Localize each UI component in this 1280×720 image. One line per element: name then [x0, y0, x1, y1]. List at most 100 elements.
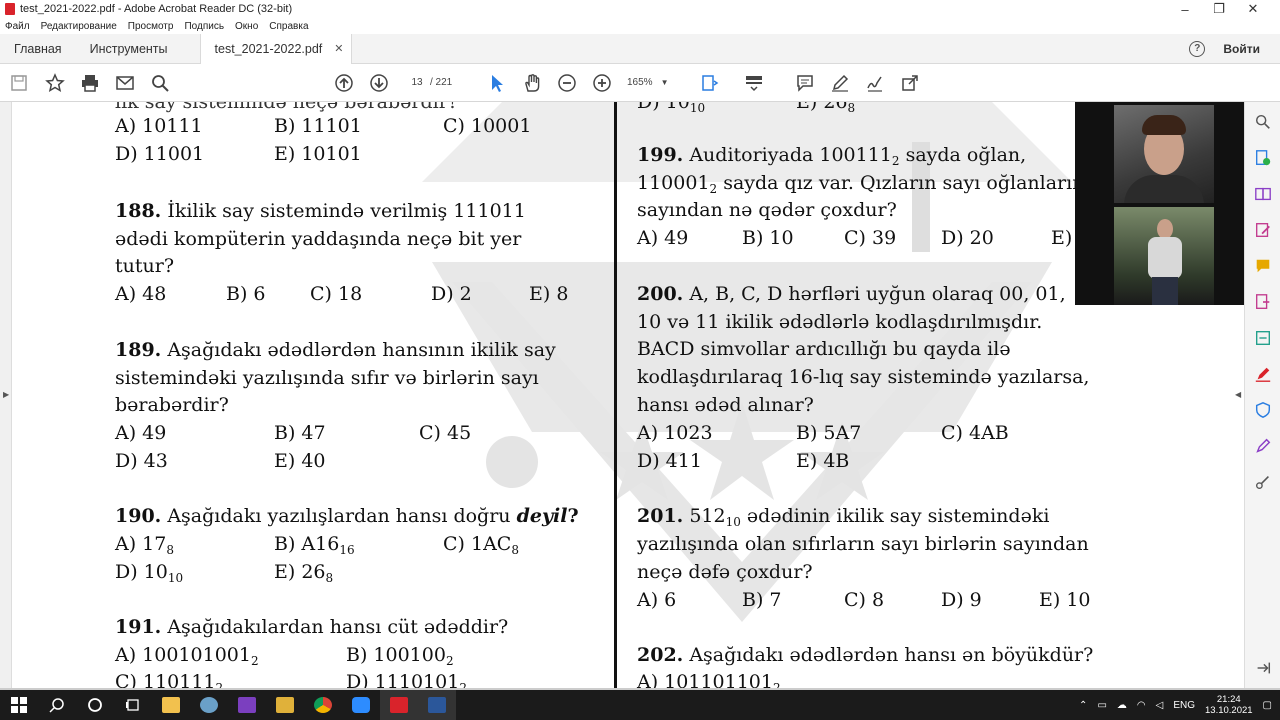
zoom-level-select[interactable]: 165% ▼: [627, 74, 679, 92]
search-taskbar-icon[interactable]: [38, 690, 76, 720]
fill-sign-icon[interactable]: [1253, 364, 1273, 384]
sign-in-button[interactable]: Войти: [1223, 42, 1260, 56]
person-hair: [1142, 115, 1186, 135]
menu-view[interactable]: Просмотр: [128, 21, 174, 32]
sign-icon[interactable]: [864, 72, 886, 94]
minimize-button[interactable]: –: [1168, 2, 1202, 17]
windows-start-icon[interactable]: [0, 690, 38, 720]
question-emphasis: deyil: [516, 505, 568, 527]
notification-icon[interactable]: ▢: [1263, 700, 1272, 711]
print-icon[interactable]: [79, 72, 101, 94]
question-text: Auditoriyada 100111: [689, 144, 892, 166]
q198-option-d: D) 1010: [637, 102, 705, 116]
zoom-in-icon[interactable]: [591, 72, 613, 94]
language-indicator[interactable]: ENG: [1173, 700, 1195, 711]
q191-option-d: D) 11101012: [346, 668, 467, 688]
menu-edit[interactable]: Редактирование: [41, 21, 117, 32]
maximize-button[interactable]: ❐: [1202, 1, 1236, 17]
tab-home[interactable]: Главная: [0, 34, 76, 64]
share-icon[interactable]: [899, 72, 921, 94]
wifi-icon[interactable]: ◠: [1137, 700, 1146, 711]
organize-pages-icon[interactable]: [1253, 328, 1273, 348]
protect-icon[interactable]: [1253, 400, 1273, 420]
send-for-signature-icon[interactable]: [1253, 436, 1273, 456]
page-number-input[interactable]: 13: [403, 74, 431, 92]
tab-tools[interactable]: Инструменты: [76, 34, 182, 64]
previous-page-icon[interactable]: [333, 72, 355, 94]
help-icon[interactable]: ?: [1189, 40, 1206, 57]
browser-icon[interactable]: [190, 690, 228, 720]
next-page-icon[interactable]: [368, 72, 390, 94]
cloud-icon[interactable]: ☁: [1117, 700, 1127, 711]
word-icon[interactable]: [418, 690, 456, 720]
q189-option-e: E) 40: [274, 450, 326, 472]
q191-option-a: A) 1001010012: [115, 641, 259, 669]
left-navigation-pane[interactable]: ▶: [0, 102, 12, 688]
fit-page-icon[interactable]: [699, 72, 721, 94]
combine-files-icon[interactable]: [1253, 184, 1273, 204]
search-icon[interactable]: [149, 72, 171, 94]
email-icon[interactable]: [114, 72, 136, 94]
volume-icon[interactable]: ◁: [1156, 700, 1164, 711]
chrome-icon[interactable]: [304, 690, 342, 720]
comment-tool-icon[interactable]: [1253, 256, 1273, 276]
edit-pdf-icon[interactable]: [1253, 220, 1273, 240]
option-subscript: 10: [167, 571, 184, 585]
folder-icon[interactable]: [266, 690, 304, 720]
question-188: 188. İkilik say sistemində verilmiş 1110…: [115, 197, 526, 225]
option-subscript: 8: [511, 543, 519, 557]
menu-window[interactable]: Окно: [235, 21, 258, 32]
pdf-document-view[interactable]: lik say sistemində neçə bərabərdir? A) 1…: [12, 102, 1244, 688]
search-tools-icon[interactable]: [1253, 112, 1273, 132]
question-189-line2: sistemindəki yazılışında sıfır və birlər…: [115, 367, 539, 389]
q188-option-d: D) 2: [431, 283, 472, 305]
tab-close-icon[interactable]: ✕: [334, 42, 343, 55]
export-pdf-icon[interactable]: [1253, 292, 1273, 312]
question-189: 189. Aşağıdakı ədədlərdən hansının ikili…: [115, 336, 556, 364]
zoom-icon[interactable]: [342, 690, 380, 720]
question-201-line2: yazılışında olan sıfırların sayı birləri…: [637, 533, 1089, 555]
q202-option-a: A) 1011011012: [637, 668, 781, 688]
star-icon[interactable]: [44, 72, 66, 94]
select-cursor-icon[interactable]: [486, 72, 508, 94]
tab-document[interactable]: test_2021-2022.pdf ✕: [199, 33, 353, 64]
network-icon[interactable]: ▭: [1097, 700, 1106, 711]
cortana-icon[interactable]: [76, 690, 114, 720]
option-label: A) 100101001: [115, 644, 251, 666]
question-202: 202. Aşağıdakı ədədlərdən hansı ən böyük…: [637, 641, 1093, 669]
pen-icon[interactable]: [829, 72, 851, 94]
person-shoulders: [1124, 175, 1204, 203]
q187-option-b: B) 11101: [274, 115, 362, 137]
visual-studio-icon[interactable]: [228, 690, 266, 720]
webcam-overlay: [1075, 102, 1254, 305]
tray-chevron-up-icon[interactable]: ⌃: [1079, 700, 1087, 711]
option-label: A) 101101101: [637, 671, 773, 688]
hand-tool-icon[interactable]: [521, 72, 543, 94]
q201-option-b: B) 7: [742, 589, 782, 611]
menu-sign[interactable]: Подпись: [184, 21, 224, 32]
q199-option-c: C) 39: [844, 227, 897, 249]
file-explorer-icon[interactable]: [152, 690, 190, 720]
expand-pane-icon[interactable]: [1253, 658, 1273, 678]
question-188-line2: ədədi kompüterin yaddaşında neçə bit yer: [115, 228, 522, 250]
scroll-mode-icon[interactable]: [743, 72, 765, 94]
person-shirt: [1148, 237, 1182, 279]
clock[interactable]: 21:24 13.10.2021: [1205, 694, 1253, 716]
acrobat-taskbar-icon[interactable]: [380, 690, 418, 720]
question-mark: ?: [567, 505, 579, 527]
task-view-icon[interactable]: [114, 690, 152, 720]
expand-left-pane-icon[interactable]: ▶: [3, 390, 9, 399]
q188-option-c: C) 18: [310, 283, 363, 305]
more-tools-icon[interactable]: [1253, 472, 1273, 492]
save-icon[interactable]: [8, 72, 30, 94]
close-window-button[interactable]: ✕: [1236, 1, 1270, 17]
zoom-out-icon[interactable]: [556, 72, 578, 94]
collapse-right-pane-icon[interactable]: ◀: [1235, 390, 1241, 399]
comment-icon[interactable]: [794, 72, 816, 94]
menu-help[interactable]: Справка: [269, 21, 308, 32]
menu-file[interactable]: Файл: [5, 21, 30, 32]
option-subscript: 2: [250, 654, 259, 668]
create-pdf-icon[interactable]: [1253, 148, 1273, 168]
q191-option-c: C) 1101112: [115, 668, 223, 688]
q199-option-a: A) 49: [637, 227, 689, 249]
